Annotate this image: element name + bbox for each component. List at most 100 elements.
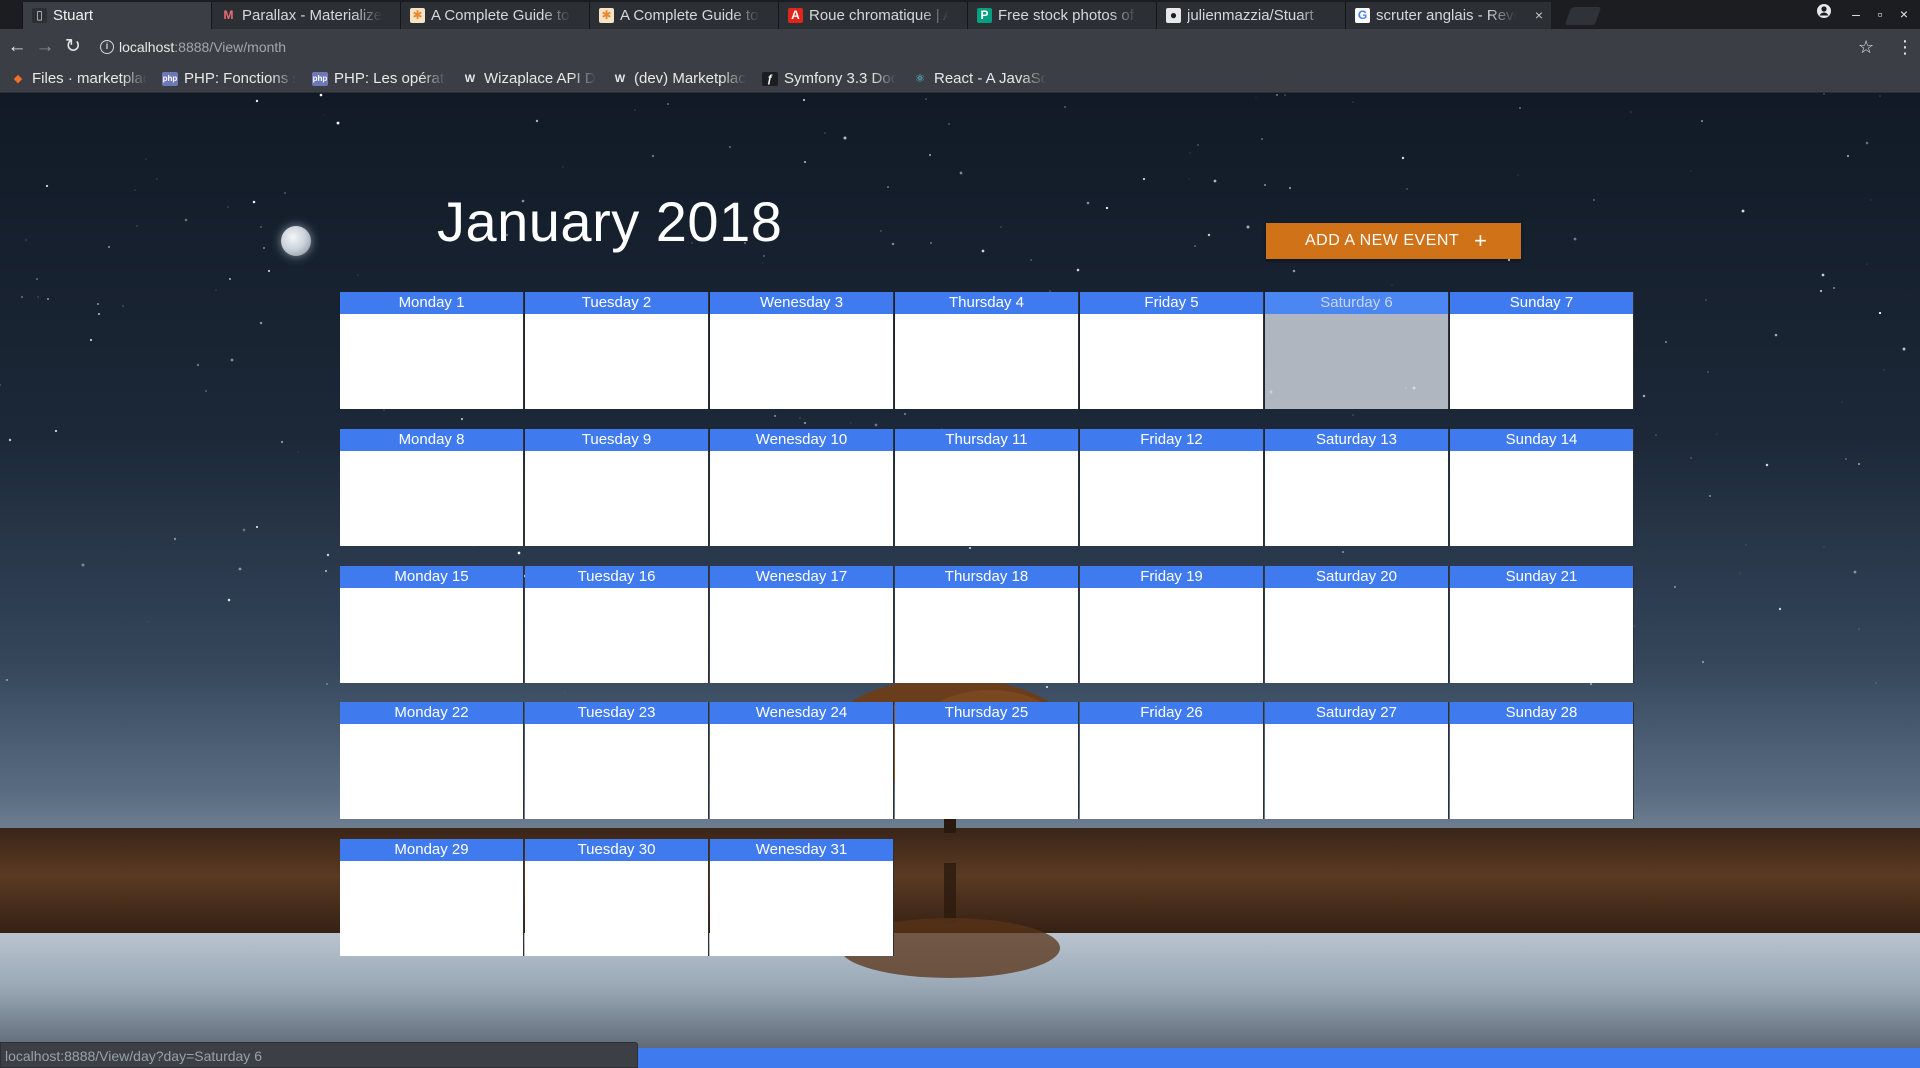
calendar-day-cell[interactable]: Wenesday 10 <box>710 429 894 546</box>
browser-tab[interactable]: ▯Stuart× <box>22 2 228 29</box>
calendar-week: Monday 1 Tuesday 2 Wenesday 3 Thursday 4 Fri… <box>340 292 1635 409</box>
symfony-icon: ƒ <box>762 72 778 86</box>
forward-icon[interactable]: → <box>32 34 58 60</box>
day-header: Tuesday 9 <box>525 429 708 451</box>
browser-tab[interactable]: ✱A Complete Guide to× <box>400 2 606 29</box>
bookmarks-bar: ◆ Files · marketplace php PHP: Fonctions su… <box>0 65 1920 93</box>
calendar-day-cell[interactable]: Thursday 25 <box>895 702 1079 819</box>
calendar-day-cell[interactable]: Friday 26 <box>1080 702 1264 819</box>
page-icon: ▯ <box>32 8 47 23</box>
day-header: Monday 1 <box>340 292 523 314</box>
pexels-icon: P <box>977 8 992 23</box>
browser-tab[interactable]: Gscruter anglais - Reverso × <box>1345 2 1551 29</box>
php-icon: php <box>162 72 178 86</box>
bookmark-item[interactable]: ◆ Files · marketplace <box>8 65 147 93</box>
reload-icon[interactable]: ↻ <box>60 34 86 60</box>
close-window-icon[interactable]: × <box>1892 2 1916 26</box>
site-info-icon[interactable]: i <box>100 40 114 54</box>
bookmark-star-icon[interactable]: ☆ <box>1858 34 1874 60</box>
day-header: Tuesday 23 <box>525 702 708 724</box>
calendar-day-cell[interactable]: Tuesday 16 <box>525 566 709 683</box>
day-header: Tuesday 16 <box>525 566 708 588</box>
url-path: :8888/View/month <box>174 39 287 55</box>
tab-close-icon[interactable]: × <box>1535 2 1543 29</box>
day-header: Saturday 20 <box>1265 566 1448 588</box>
calendar-week: Monday 15 Tuesday 16 Wenesday 17 Thursday 1… <box>340 566 1635 683</box>
bookmark-label: React - A JavaScript <box>934 70 1046 87</box>
day-header: Friday 19 <box>1080 566 1263 588</box>
menu-icon[interactable]: ⋮ <box>1896 34 1914 60</box>
day-header: Saturday 27 <box>1265 702 1448 724</box>
calendar-day-cell[interactable]: Friday 5 <box>1080 292 1264 409</box>
calendar-day-cell[interactable]: Monday 29 <box>340 839 524 956</box>
calendar-day-cell[interactable]: Saturday 27 <box>1265 702 1449 819</box>
calendar-day-cell[interactable]: Monday 15 <box>340 566 524 683</box>
new-tab-button[interactable] <box>1564 7 1602 25</box>
browser-tab[interactable]: MParallax - Materialize× <box>211 2 417 29</box>
bookmark-item[interactable]: php PHP: Les opérateurs <box>310 65 446 93</box>
moon-image <box>281 226 311 256</box>
calendar-day-cell[interactable]: Wenesday 31 <box>710 839 894 956</box>
bookmark-label: Symfony 3.3 Docs <box>784 70 896 87</box>
tab-label: scruter anglais - Reverso <box>1376 7 1516 24</box>
add-event-button[interactable]: ADD A NEW EVENT + <box>1266 223 1521 259</box>
calendar-day-cell[interactable]: Thursday 11 <box>895 429 1079 546</box>
day-header: Monday 29 <box>340 839 523 861</box>
back-icon[interactable]: ← <box>4 34 30 60</box>
profile-icon[interactable] <box>1812 2 1836 26</box>
bookmark-item[interactable]: W Wizaplace API Doc <box>460 65 596 93</box>
calendar-day-cell[interactable]: Sunday 7 <box>1450 292 1634 409</box>
calendar-day-cell[interactable]: Monday 22 <box>340 702 524 819</box>
day-header: Friday 26 <box>1080 702 1263 724</box>
github-icon: ● <box>1166 8 1181 23</box>
calendar-day-cell[interactable]: Tuesday 23 <box>525 702 709 819</box>
tab-label: julienmazzia/Stuart <box>1187 7 1314 24</box>
browser-tab[interactable]: ARoue chromatique | Adobe× <box>778 2 984 29</box>
bookmark-item[interactable]: ⚛ React - A JavaScript <box>910 65 1046 93</box>
bookmark-item[interactable]: php PHP: Fonctions sur <box>160 65 296 93</box>
browser-tab[interactable]: ●julienmazzia/Stuart× <box>1156 2 1362 29</box>
calendar-day-cell[interactable]: Tuesday 30 <box>525 839 709 956</box>
calendar-day-cell[interactable]: Wenesday 24 <box>710 702 894 819</box>
bookmark-label: PHP: Les opérateurs <box>334 70 446 87</box>
day-header: Thursday 18 <box>895 566 1078 588</box>
browser-toolbar: ← → ↻ i localhost:8888/View/month ☆ ⋮ <box>0 29 1920 65</box>
day-header: Tuesday 30 <box>525 839 708 861</box>
day-header: Wenesday 24 <box>710 702 893 724</box>
calendar-day-cell[interactable]: Sunday 21 <box>1450 566 1634 683</box>
calendar-week: Monday 29 Tuesday 30 Wenesday 31 <box>340 839 895 956</box>
calendar-day-cell[interactable]: Saturday 13 <box>1265 429 1449 546</box>
day-header: Tuesday 2 <box>525 292 708 314</box>
address-bar[interactable]: i localhost:8888/View/month <box>92 33 1888 61</box>
calendar-day-cell[interactable]: Tuesday 9 <box>525 429 709 546</box>
calendar-day-cell[interactable]: Sunday 28 <box>1450 702 1634 819</box>
calendar-day-cell[interactable]: Saturday 6 <box>1265 292 1449 409</box>
calendar-day-cell[interactable]: Tuesday 2 <box>525 292 709 409</box>
calendar-day-cell[interactable]: Friday 12 <box>1080 429 1264 546</box>
browser-tab[interactable]: ✱A Complete Guide to× <box>589 2 795 29</box>
google-icon: G <box>1355 8 1370 23</box>
calendar-day-cell[interactable]: Thursday 18 <box>895 566 1079 683</box>
react-icon: ⚛ <box>915 73 925 85</box>
minimize-icon[interactable]: – <box>1844 2 1868 26</box>
calendar-day-cell[interactable]: Monday 1 <box>340 292 524 409</box>
calendar-day-cell[interactable]: Saturday 20 <box>1265 566 1449 683</box>
calendar-day-cell[interactable]: Thursday 4 <box>895 292 1079 409</box>
bookmark-item[interactable]: ƒ Symfony 3.3 Docs <box>760 65 896 93</box>
day-header: Friday 5 <box>1080 292 1263 314</box>
calendar-week: Monday 8 Tuesday 9 Wenesday 10 Thursday 11 F… <box>340 429 1635 546</box>
calendar-day-cell[interactable]: Monday 8 <box>340 429 524 546</box>
calendar-day-cell[interactable]: Wenesday 3 <box>710 292 894 409</box>
browser-tab[interactable]: PFree stock photos of× <box>967 2 1173 29</box>
maximize-icon[interactable]: ▫ <box>1868 2 1892 26</box>
day-header: Saturday 6 <box>1265 292 1448 314</box>
gitlab-icon: ◆ <box>13 73 23 85</box>
bookmark-item[interactable]: W (dev) Marketplace <box>610 65 746 93</box>
day-header: Wenesday 10 <box>710 429 893 451</box>
day-header: Wenesday 31 <box>710 839 893 861</box>
calendar-day-cell[interactable]: Wenesday 17 <box>710 566 894 683</box>
calendar-day-cell[interactable]: Friday 19 <box>1080 566 1264 683</box>
tab-strip: ▯ Stuart × M Parallax - Materialize × ✱ A Compl… <box>0 0 1920 29</box>
wizaplace-icon: W <box>614 73 626 85</box>
calendar-day-cell[interactable]: Sunday 14 <box>1450 429 1634 546</box>
